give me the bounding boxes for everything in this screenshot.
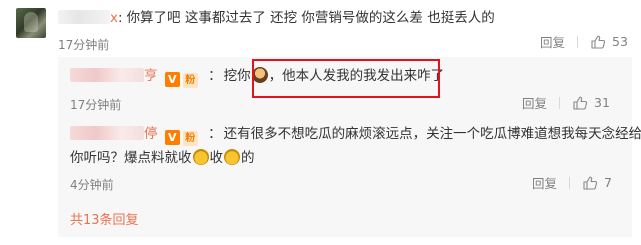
thumbs-up-icon[interactable] bbox=[572, 95, 588, 111]
reply-username-suffix[interactable]: 停 bbox=[144, 126, 158, 142]
divider bbox=[577, 35, 579, 48]
reply-text-part-b: 收 bbox=[209, 150, 224, 166]
reply-username-blurred[interactable] bbox=[70, 126, 144, 140]
money-bag-emoji-icon bbox=[192, 149, 209, 165]
reply-text-part-c: 的 bbox=[241, 150, 255, 166]
reply-button[interactable]: 回复 bbox=[522, 93, 547, 112]
reply-username-blurred[interactable] bbox=[70, 68, 144, 82]
username-blurred[interactable] bbox=[58, 10, 110, 24]
verified-badge-icon: V bbox=[164, 72, 180, 87]
reply-1-actions: 回复 31 bbox=[522, 93, 610, 112]
divider bbox=[559, 96, 561, 109]
thumbs-up-icon[interactable] bbox=[590, 34, 606, 50]
verified-badge-icon: V bbox=[164, 130, 180, 145]
reply-text-before: 挖你 bbox=[223, 68, 251, 84]
money-bag-emoji-icon bbox=[224, 149, 240, 165]
reply-button[interactable]: 回复 bbox=[540, 32, 565, 51]
fan-badge-icon: 粉 bbox=[182, 131, 198, 146]
avatar[interactable] bbox=[16, 8, 46, 38]
reply-text-line-1: 还有很多不想吃瓜的麻烦滚远点，关注一个吃瓜博难道想我每天念经给 bbox=[223, 126, 641, 142]
main-comment-line: x: 你算了吧 这事都过去了 还挖 你营销号做的这么差 也挺丢人的 bbox=[58, 9, 495, 27]
reply-1-time: 17分钟前 bbox=[70, 98, 122, 112]
reply-2-line-2: 你听吗？爆点料就收 收 的 bbox=[70, 149, 255, 167]
username-suffix[interactable]: x bbox=[110, 10, 118, 26]
like-count: 7 bbox=[604, 175, 612, 190]
main-comment-actions: 回复 53 bbox=[540, 32, 628, 51]
reply-colon: ： bbox=[208, 126, 222, 142]
divider bbox=[569, 176, 571, 189]
like-count: 31 bbox=[594, 95, 610, 110]
comment-colon: : bbox=[118, 10, 123, 26]
reply-2-line-1: 停 V粉 ：还有很多不想吃瓜的麻烦滚远点，关注一个吃瓜博难道想我每天念经给 bbox=[70, 125, 641, 146]
reply-button[interactable]: 回复 bbox=[532, 173, 557, 192]
highlight-box bbox=[252, 59, 440, 98]
main-comment-text: 你算了吧 这事都过去了 还挖 你营销号做的这么差 也挺丢人的 bbox=[126, 10, 495, 26]
fan-badge-icon: 粉 bbox=[182, 73, 198, 88]
main-comment: x: 你算了吧 这事都过去了 还挖 你营销号做的这么差 也挺丢人的 17分钟前 回… bbox=[0, 0, 641, 58]
reply-username-suffix[interactable]: 亨 bbox=[144, 68, 158, 84]
more-replies-link[interactable]: 共13条回复 bbox=[70, 209, 139, 228]
like-count: 53 bbox=[612, 34, 628, 49]
main-comment-time: 17分钟前 bbox=[58, 38, 110, 52]
reply-2-time: 4分钟前 bbox=[70, 178, 114, 192]
reply-text-part-a: 你听吗？爆点料就收 bbox=[70, 150, 192, 166]
thumbs-up-icon[interactable] bbox=[582, 175, 598, 191]
reply-2-actions: 回复 7 bbox=[532, 173, 612, 192]
reply-colon: ： bbox=[208, 68, 222, 84]
